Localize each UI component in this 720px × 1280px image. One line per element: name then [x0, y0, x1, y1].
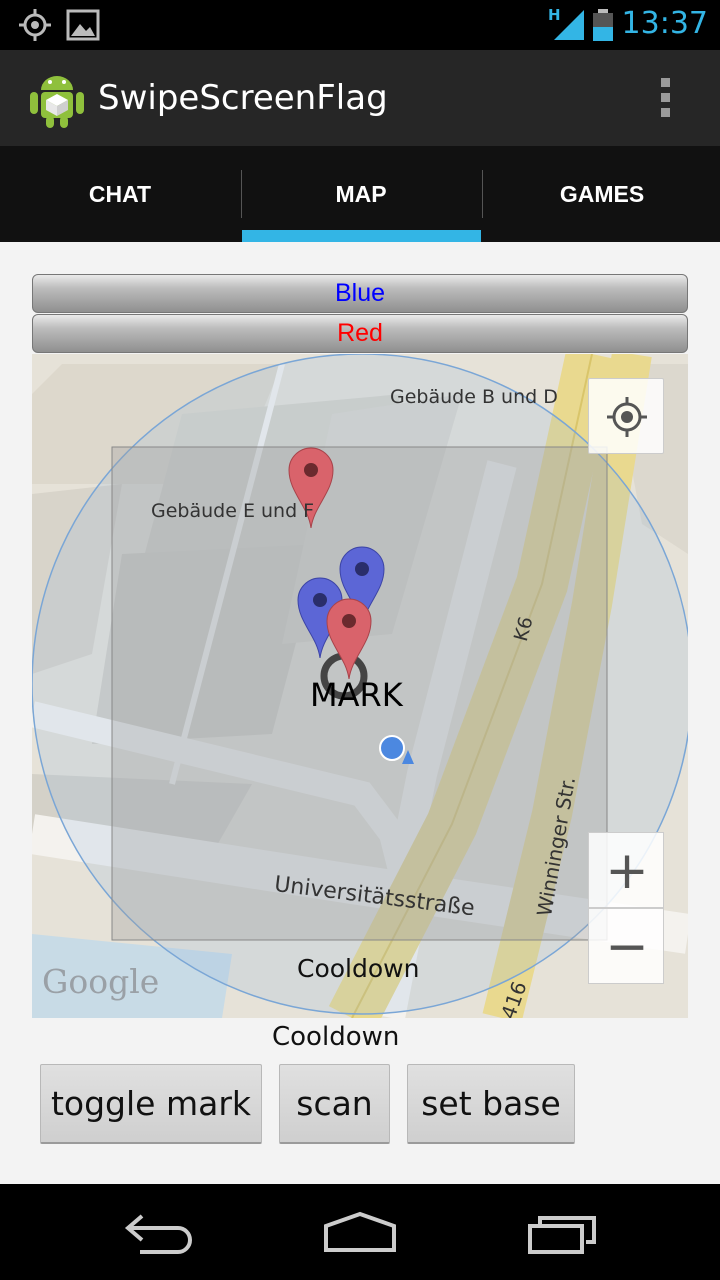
- zoom-out-button[interactable]: −: [588, 908, 664, 984]
- battery-icon: [593, 9, 613, 41]
- app-title: SwipeScreenFlag: [98, 78, 388, 118]
- home-icon[interactable]: [320, 1210, 400, 1254]
- status-bar: H 13:37: [0, 0, 720, 50]
- my-location-icon: [607, 397, 647, 437]
- android-icon: [30, 76, 84, 128]
- tab-chat[interactable]: CHAT: [0, 146, 240, 242]
- overflow-menu-icon[interactable]: [658, 78, 672, 120]
- image-icon: [66, 9, 100, 41]
- my-location-button[interactable]: [588, 378, 664, 454]
- signal-icon: [554, 10, 584, 40]
- map-tab-content: Blue Red Gebäude B und D Gebäude E und F…: [0, 242, 720, 1184]
- mark-label: MARK: [310, 676, 403, 714]
- map-label-building-ef: Gebäude E und F: [151, 500, 315, 522]
- toggle-mark-button[interactable]: toggle mark: [40, 1064, 262, 1144]
- cooldown-label: Cooldown: [272, 1022, 400, 1052]
- tab-selected-indicator: [242, 230, 481, 242]
- minus-icon: −: [605, 917, 649, 977]
- red-marker-icon[interactable]: [326, 597, 372, 679]
- google-logo: Google: [42, 962, 160, 1001]
- blue-team-button[interactable]: Blue: [32, 274, 688, 313]
- tab-games[interactable]: GAMES: [482, 146, 720, 242]
- status-time: 13:37: [621, 6, 708, 41]
- tab-map[interactable]: MAP: [241, 146, 481, 242]
- plus-icon: +: [605, 841, 649, 901]
- map-label-building-bd: Gebäude B und D: [390, 386, 558, 408]
- map-cooldown-label: Cooldown: [297, 954, 420, 983]
- red-team-button[interactable]: Red: [32, 314, 688, 353]
- tab-bar: CHAT MAP GAMES: [0, 146, 720, 242]
- gps-icon: [19, 9, 51, 41]
- scan-button[interactable]: scan: [279, 1064, 390, 1144]
- set-base-button[interactable]: set base: [407, 1064, 575, 1144]
- map-view[interactable]: Gebäude B und D Gebäude E und F K6 Winni…: [32, 354, 688, 1018]
- recent-apps-icon[interactable]: [524, 1210, 604, 1254]
- action-bar: SwipeScreenFlag: [0, 50, 720, 146]
- navigation-bar: [0, 1184, 720, 1280]
- back-icon[interactable]: [120, 1210, 200, 1254]
- zoom-in-button[interactable]: +: [588, 832, 664, 908]
